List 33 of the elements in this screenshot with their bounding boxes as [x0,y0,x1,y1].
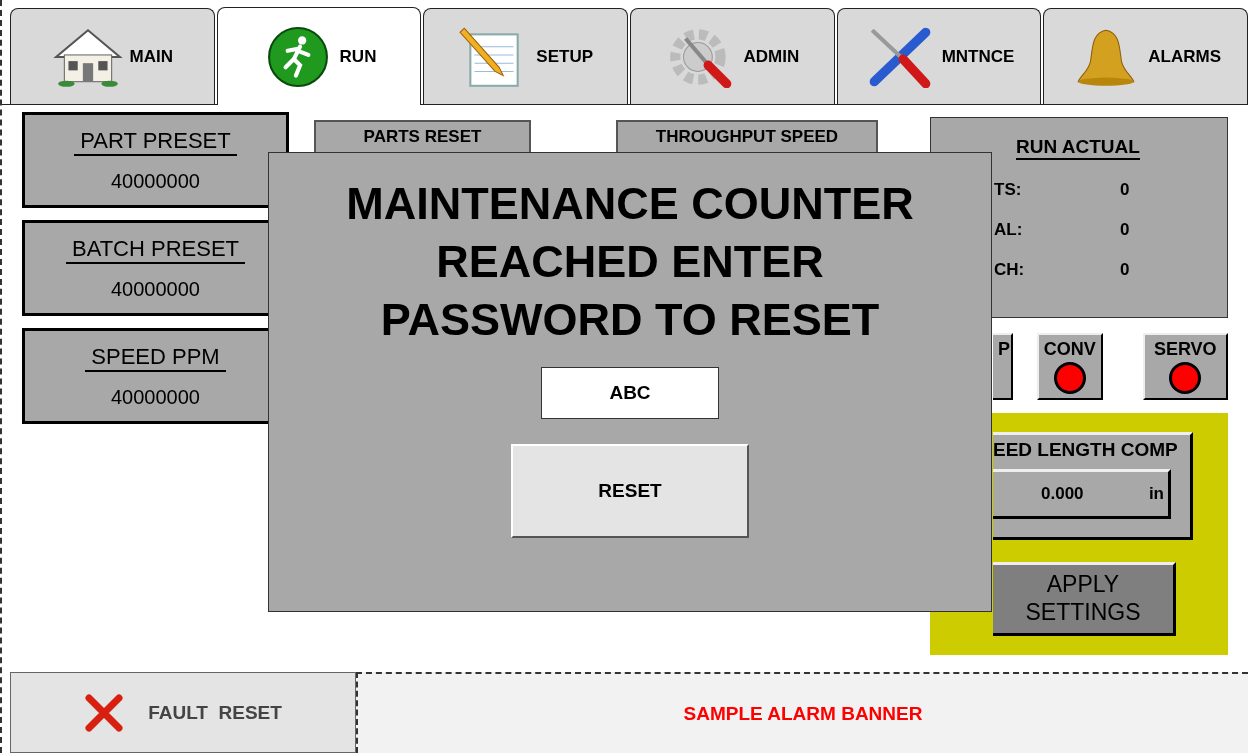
preset-value[interactable]: 40000000 [111,169,200,193]
nav-tab[interactable]: SETUP [423,8,628,104]
preset-value[interactable]: 40000000 [111,385,200,409]
nav-tab[interactable]: ADMIN [630,8,835,104]
preset-title: BATCH PRESET [65,235,246,264]
reset-button[interactable]: RESET [511,444,749,538]
counter-label: TS: [994,180,1023,200]
alarm-text: SAMPLE ALARM BANNER [683,702,923,725]
password-field[interactable]: ABC [541,367,719,419]
counter-label: AL: [994,220,1024,240]
nav-tab[interactable]: MAIN [10,8,215,104]
apply-settings-button[interactable]: APPLY SETTINGS [993,562,1176,636]
nav-tab[interactable]: MNTNCE [836,8,1042,104]
counter-label: CH: [994,260,1024,280]
close-icon [84,692,125,733]
counter-value: 0 [1120,260,1130,280]
feed-length-label: EED LENGTH COMP [993,439,1179,461]
preset-title: PART PRESET [74,127,237,156]
counter-value: 0 [1120,220,1130,240]
fault-reset-button[interactable]: FAULT RESET [10,672,356,753]
run-actual-title: RUN ACTUAL [1016,136,1140,160]
nav-tab[interactable]: ALARMS [1043,8,1248,104]
indicator-button[interactable]: SERVO [1142,333,1228,400]
panel-header: THROUGHPUT SPEED [616,120,878,152]
indicator-button[interactable]: P [993,333,1013,400]
feed-length-field[interactable]: 0.000 in [993,469,1171,519]
preset-title: SPEED PPM [85,343,226,372]
indicator-button[interactable]: CONV [1036,333,1103,400]
panel-header: PARTS RESET [314,120,531,152]
nav-tab[interactable]: RUN [216,7,422,105]
counter-value: 0 [1120,180,1130,200]
modal-message: MAINTENANCE COUNTER REACHED ENTER PASSWORD TO RESET [346,177,914,347]
preset-value[interactable]: 40000000 [111,277,200,301]
